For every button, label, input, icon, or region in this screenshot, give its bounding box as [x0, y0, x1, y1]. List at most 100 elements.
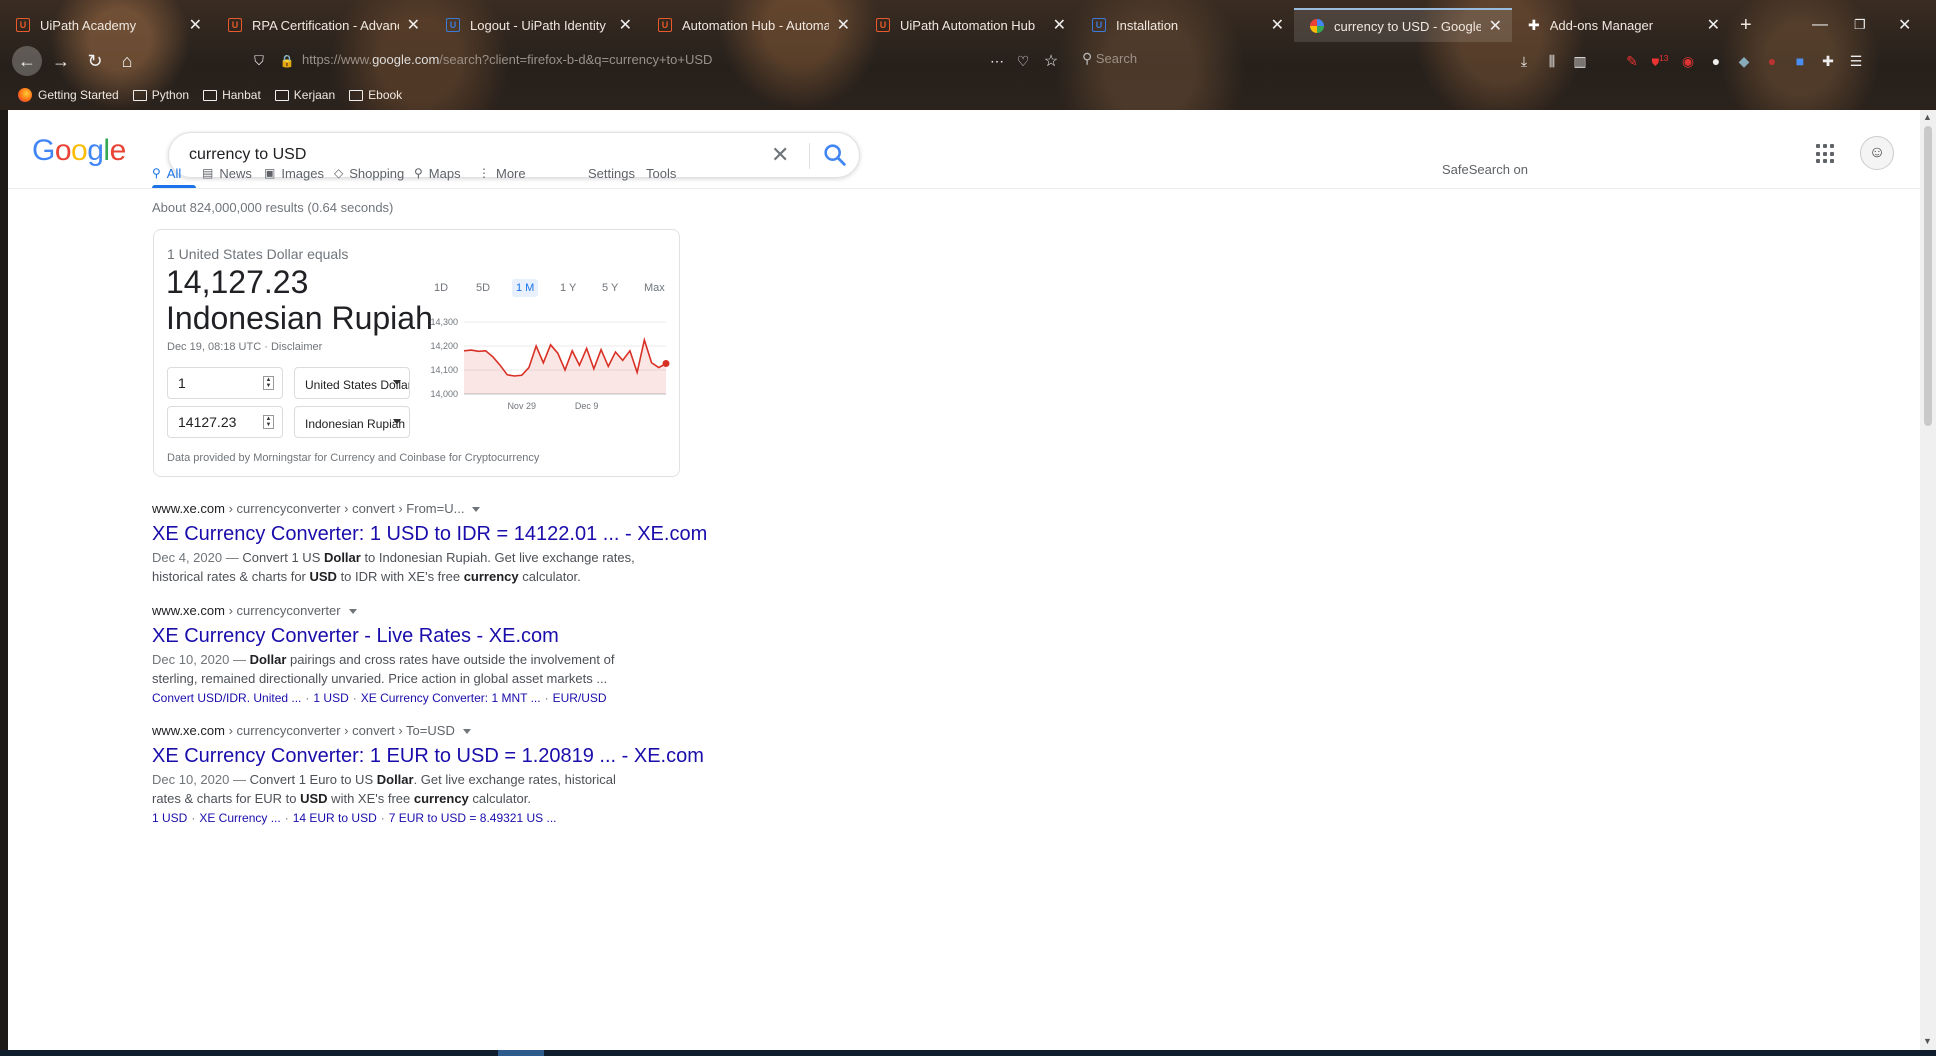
browser-tab[interactable]: URPA Certification - Advanced✕ [212, 8, 430, 42]
scroll-up-icon[interactable]: ▲ [1923, 112, 1932, 122]
sidebar-icon[interactable]: ▥ [1566, 53, 1594, 70]
range-max[interactable]: Max [640, 279, 669, 297]
result-title[interactable]: XE Currency Converter: 1 EUR to USD = 1.… [152, 743, 704, 769]
close-tab-icon[interactable]: ✕ [189, 15, 202, 35]
chevron-down-icon[interactable] [472, 507, 481, 513]
library-icon[interactable]: ⫼ [1538, 53, 1566, 70]
browser-tab[interactable]: ✚ Add-ons Manager ✕ [1512, 8, 1730, 42]
lock-icon: 🔒 [279, 54, 295, 68]
close-tab-icon[interactable]: ✕ [1489, 16, 1502, 36]
menu-icon[interactable]: ☰ [1842, 53, 1870, 70]
result-title[interactable]: XE Currency Converter - Live Rates - XE.… [152, 623, 642, 649]
bookmark-item[interactable]: Hanbat [203, 88, 261, 102]
range-1m[interactable]: 1 M [512, 279, 539, 297]
close-window-button[interactable]: ✕ [1898, 8, 1911, 42]
apps-grid-icon[interactable] [1816, 144, 1836, 164]
tools-link[interactable]: Tools [646, 156, 676, 190]
browser-tab[interactable]: U Automation Hub - Automa ✕ [642, 8, 860, 42]
browser-tab[interactable]: U UiPath Automation Hub ✕ [860, 8, 1076, 42]
sitelink[interactable]: 1 USD [313, 691, 348, 705]
tab-more[interactable]: ⋮ More [478, 156, 526, 190]
safesearch-label[interactable]: SafeSearch on [1442, 162, 1528, 177]
browser-tab-active[interactable]: currency to USD - Google S ✕ [1294, 8, 1512, 42]
disclaimer-link[interactable]: Disclaimer [271, 341, 322, 353]
sitelink[interactable]: XE Currency Converter: 1 MNT ... [361, 691, 541, 705]
close-tab-icon[interactable]: ✕ [1053, 15, 1066, 35]
sitelink[interactable]: 1 USD [152, 811, 187, 825]
minimize-button[interactable]: — [1812, 8, 1828, 42]
chevron-down-icon[interactable] [348, 609, 357, 615]
clear-icon[interactable]: ✕ [771, 142, 789, 168]
google-logo[interactable]: Google [32, 134, 126, 168]
result-title[interactable]: XE Currency Converter: 1 USD to IDR = 14… [152, 521, 707, 547]
separator: · [544, 691, 549, 705]
spinner-icon[interactable]: ▲ ▼ [263, 376, 274, 390]
taskbar-item[interactable] [498, 1050, 544, 1056]
reload-button[interactable]: ↻ [80, 46, 110, 76]
range-5y[interactable]: 5 Y [598, 279, 622, 297]
close-tab-icon[interactable]: ✕ [837, 15, 850, 35]
range-1d[interactable]: 1D [430, 279, 452, 297]
uipath-icon: U [228, 18, 242, 32]
from-amount-input[interactable]: 1 ▲ ▼ [167, 367, 283, 399]
forward-button[interactable]: → [46, 46, 76, 76]
back-button[interactable]: ← [12, 46, 42, 76]
tab-shopping[interactable]: ◇ Shopping [334, 156, 404, 190]
sitelink[interactable]: EUR/USD [553, 691, 607, 705]
extension-icon[interactable]: ◆ [1730, 53, 1758, 70]
range-1y[interactable]: 1 Y [556, 279, 580, 297]
ublock-icon[interactable]: ⛊13 [1646, 53, 1674, 68]
search-icon[interactable] [821, 141, 849, 169]
browser-search-input[interactable]: ⚲ Search [1082, 50, 1312, 72]
bookmark-star-icon[interactable]: ☆ [1036, 46, 1066, 76]
page-scrollbar[interactable]: ▲ ▼ [1920, 110, 1936, 1050]
exchange-rate-chart[interactable]: 14,300 14,200 14,100 14,000 Nov 29 Dec 9 [416, 310, 672, 422]
spinner-icon[interactable]: ▲ ▼ [263, 415, 274, 429]
bookmark-item[interactable]: Ebook [349, 88, 402, 102]
download-icon[interactable]: ⤓ [1510, 53, 1538, 70]
account-icon[interactable]: ● [1702, 53, 1730, 69]
tab-images[interactable]: ▣ Images [264, 156, 324, 190]
scroll-down-icon[interactable]: ▼ [1923, 1036, 1932, 1046]
tab-maps[interactable]: ⚲ Maps [414, 156, 461, 190]
sitelink[interactable]: 7 EUR to USD = 8.49321 US ... [389, 811, 557, 825]
new-tab-button[interactable]: + [1730, 8, 1770, 42]
sitelink[interactable]: Convert USD/IDR. United ... [152, 691, 301, 705]
close-tab-icon[interactable]: ✕ [1707, 15, 1720, 35]
browser-tab[interactable]: U Installation ✕ [1076, 8, 1294, 42]
settings-link[interactable]: Settings [588, 156, 635, 190]
browser-tab[interactable]: U Logout - UiPath Identity ✕ [430, 8, 642, 42]
to-amount-input[interactable]: 14127.23 ▲ ▼ [167, 406, 283, 438]
chevron-down-icon[interactable] [462, 729, 471, 735]
result-url[interactable]: www.xe.com › currencyconverter › convert… [152, 722, 704, 740]
extension-icon[interactable]: ◉ [1674, 53, 1702, 70]
bookmark-item[interactable]: Getting Started [18, 88, 119, 102]
sitelink[interactable]: XE Currency ... [199, 811, 280, 825]
chart-last-point[interactable] [662, 360, 670, 368]
range-5d[interactable]: 5D [472, 279, 494, 297]
bookmark-item[interactable]: Python [132, 88, 189, 102]
uipath-icon: U [658, 18, 672, 32]
from-currency-select[interactable]: United States Dollar [294, 367, 410, 399]
scrollbar-thumb[interactable] [1924, 126, 1932, 426]
restore-button[interactable]: ❐ [1854, 8, 1866, 42]
zoom-icon[interactable]: ■ [1786, 53, 1814, 69]
extension-icon[interactable]: ● [1758, 53, 1786, 69]
sitelink[interactable]: 14 EUR to USD [293, 811, 377, 825]
result-url[interactable]: www.xe.com › currencyconverter › convert… [152, 500, 707, 518]
extension-icon[interactable]: ✎ [1618, 53, 1646, 70]
bookmark-item[interactable]: Kerjaan [274, 88, 335, 102]
home-button[interactable]: ⌂ [112, 46, 142, 76]
avatar[interactable]: ☺ [1860, 136, 1894, 170]
close-tab-icon[interactable]: ✕ [619, 15, 632, 35]
to-currency-select[interactable]: Indonesian Rupiah [294, 406, 410, 438]
close-tab-icon[interactable]: ✕ [407, 15, 420, 35]
url-bar[interactable]: https://www.google.com/search?client=fir… [302, 52, 802, 72]
tab-news[interactable]: ▤ News [202, 156, 252, 190]
browser-tab[interactable]: U UiPath Academy ✕ [0, 8, 212, 42]
extensions-icon[interactable]: ✚ [1814, 53, 1842, 70]
shield-icon[interactable]: ⛉ [244, 46, 274, 76]
close-tab-icon[interactable]: ✕ [1271, 15, 1284, 35]
pocket-icon[interactable]: ♡ [1008, 46, 1038, 76]
result-url[interactable]: www.xe.com › currencyconverter [152, 602, 642, 620]
